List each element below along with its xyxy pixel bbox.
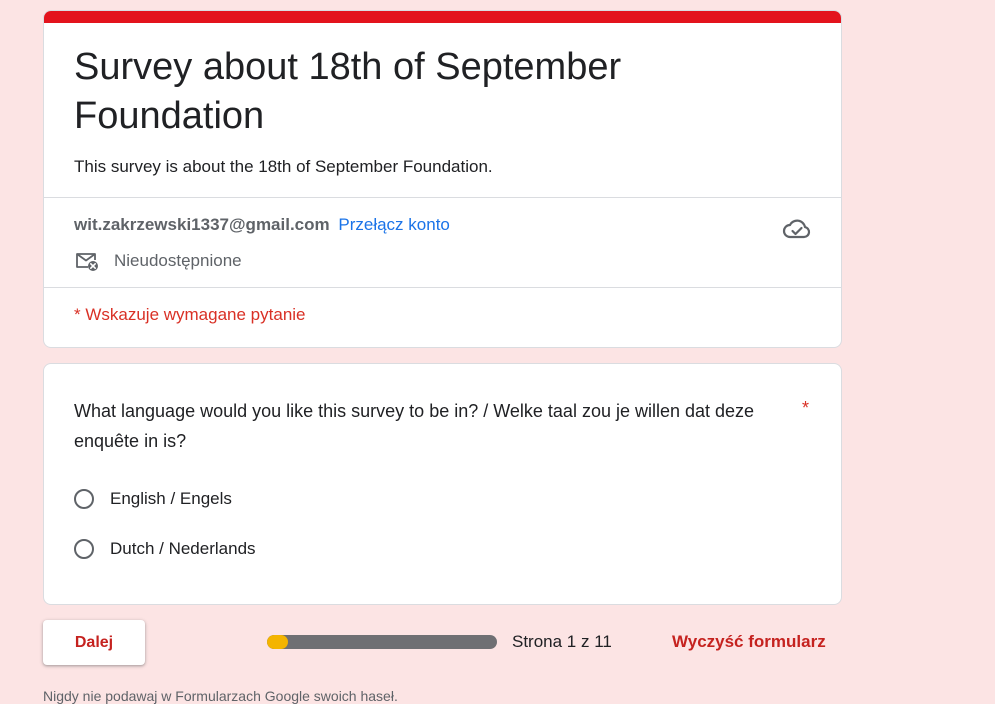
form-header-card: Survey about 18th of September Foundatio… xyxy=(43,10,842,348)
mail-off-icon xyxy=(74,249,100,273)
switch-account-link[interactable]: Przełącz konto xyxy=(338,215,450,234)
account-row: wit.zakrzewski1337@gmail.com Przełącz ko… xyxy=(74,215,450,235)
required-asterisk: * xyxy=(802,398,810,418)
next-button[interactable]: Dalej xyxy=(43,620,145,665)
not-shared-row: Nieudostępnione xyxy=(74,249,242,273)
radio-option-dutch[interactable]: Dutch / Nederlands xyxy=(74,536,256,562)
progress-bar xyxy=(267,635,497,649)
form-description: This survey is about the 18th of Septemb… xyxy=(74,157,493,176)
cloud-done-icon xyxy=(782,214,812,244)
divider xyxy=(44,287,841,288)
not-shared-label: Nieudostępnione xyxy=(114,251,242,270)
required-note: * Wskazuje wymagane pytanie xyxy=(74,305,306,324)
accent-bar xyxy=(44,11,841,23)
page-indicator: Strona 1 z 11 xyxy=(512,632,612,651)
question-card: What language would you like this survey… xyxy=(43,363,842,605)
clear-form-button[interactable]: Wyczyść formularz xyxy=(672,632,826,652)
account-email: wit.zakrzewski1337@gmail.com xyxy=(74,215,330,234)
option-label: Dutch / Nederlands xyxy=(110,539,256,558)
question-text: What language would you like this survey… xyxy=(74,401,755,451)
progress-fill xyxy=(267,635,288,649)
radio-button[interactable] xyxy=(74,539,94,559)
radio-option-english[interactable]: English / Engels xyxy=(74,486,232,512)
option-label: English / Engels xyxy=(110,489,232,508)
radio-button[interactable] xyxy=(74,489,94,509)
divider xyxy=(44,197,841,198)
form-title: Survey about 18th of September Foundatio… xyxy=(74,46,622,137)
